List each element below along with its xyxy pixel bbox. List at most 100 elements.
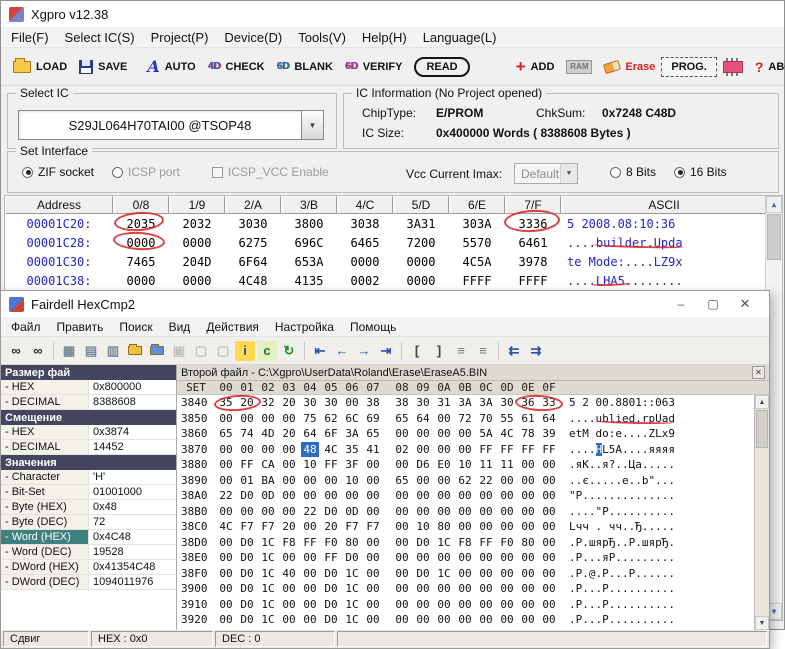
prev-diff-icon[interactable]: ←: [332, 341, 352, 361]
hex-byte-cell[interactable]: 1C: [435, 535, 453, 550]
info-row[interactable]: - Word (HEX)0x4C48: [1, 530, 176, 545]
hex-byte-cell[interactable]: 00: [456, 504, 474, 519]
menu-item[interactable]: Project(P): [143, 28, 217, 47]
next-diff-icon[interactable]: →: [354, 341, 374, 361]
hex-word-cell[interactable]: 3038: [337, 217, 393, 231]
hex-byte-cell[interactable]: 00: [456, 442, 474, 457]
open-files-icon[interactable]: [125, 341, 145, 361]
hex-byte-cell[interactable]: 00: [435, 426, 453, 441]
hex-byte-cell[interactable]: 41: [364, 442, 382, 457]
hex-byte-cell[interactable]: 00: [364, 597, 382, 612]
hex-byte-cell[interactable]: 00: [217, 473, 235, 488]
hex-byte-cell[interactable]: 80: [435, 519, 453, 534]
hex-byte-cell[interactable]: 20: [238, 395, 256, 410]
hex-byte-cell[interactable]: 64: [301, 426, 319, 441]
hex-byte-cell[interactable]: 3A: [456, 395, 474, 410]
block-end-icon[interactable]: ]: [429, 341, 449, 361]
hex-byte-cell[interactable]: 20: [280, 519, 298, 534]
hex-byte-cell[interactable]: 00: [498, 581, 516, 596]
about-button[interactable]: ? ABOUT: [749, 55, 785, 79]
hex-byte-cell[interactable]: 00: [259, 442, 277, 457]
file-list-icon[interactable]: ▦: [59, 341, 79, 361]
recompare-icon[interactable]: ↻: [279, 341, 299, 361]
close-button[interactable]: ✕: [729, 291, 761, 317]
hex-byte-cell[interactable]: 00: [414, 581, 432, 596]
hex-word-cell[interactable]: 3030: [225, 217, 281, 231]
hex-byte-cell[interactable]: 00: [393, 426, 411, 441]
menu-item[interactable]: File(F): [3, 28, 57, 47]
hex-byte-cell[interactable]: 00: [322, 488, 340, 503]
hex-byte-cell[interactable]: 64: [540, 411, 558, 426]
hex-byte-cell[interactable]: 35: [217, 395, 235, 410]
hex-byte-cell[interactable]: 1C: [343, 581, 361, 596]
hex-byte-cell[interactable]: 65: [393, 473, 411, 488]
hex-byte-cell[interactable]: 00: [343, 488, 361, 503]
hex-byte-cell[interactable]: 0D: [343, 504, 361, 519]
hex-byte-cell[interactable]: 00: [259, 411, 277, 426]
hex-byte-cell[interactable]: 00: [519, 566, 537, 581]
hex-byte-cell[interactable]: 00: [217, 504, 235, 519]
hex-byte-cell[interactable]: 00: [238, 504, 256, 519]
hex-byte-cell[interactable]: 00: [217, 581, 235, 596]
hex-byte-cell[interactable]: 00: [519, 473, 537, 488]
hex-byte-cell[interactable]: 00: [414, 426, 432, 441]
hex-word-cell[interactable]: 6F64: [225, 255, 281, 269]
hex-byte-cell[interactable]: D0: [322, 597, 340, 612]
hex-byte-cell[interactable]: 00: [519, 612, 537, 627]
hex-byte-cell[interactable]: 69: [364, 411, 382, 426]
hex-byte-cell[interactable]: 00: [435, 473, 453, 488]
hex-byte-cell[interactable]: 00: [280, 457, 298, 472]
info-row[interactable]: - DWord (HEX)0x41354C48: [1, 560, 176, 575]
hex-byte-cell[interactable]: D0: [322, 504, 340, 519]
hex-byte-cell[interactable]: 00: [435, 442, 453, 457]
hex-byte-cell[interactable]: 64: [414, 411, 432, 426]
hex-byte-cell[interactable]: 00: [498, 597, 516, 612]
hex-byte-cell[interactable]: FF: [322, 550, 340, 565]
goto-offset-icon[interactable]: ≡: [451, 341, 471, 361]
hex-byte-cell[interactable]: 35: [343, 442, 361, 457]
hex-byte-cell[interactable]: 1C: [259, 597, 277, 612]
hex-word-cell[interactable]: 4135: [281, 274, 337, 288]
block-start-icon[interactable]: [: [407, 341, 427, 361]
hex-byte-cell[interactable]: 4D: [259, 426, 277, 441]
read-button[interactable]: READ: [414, 57, 469, 77]
hex-byte-cell[interactable]: 00: [519, 488, 537, 503]
hex-byte-cell[interactable]: 00: [477, 488, 495, 503]
scroll-up-icon[interactable]: ▲: [755, 395, 769, 409]
hex-byte-cell[interactable]: 3A: [343, 426, 361, 441]
hex-byte-cell[interactable]: 33: [540, 395, 558, 410]
hex-byte-cell[interactable]: 00: [393, 488, 411, 503]
hex-byte-cell[interactable]: FF: [498, 442, 516, 457]
hex-byte-cell[interactable]: F7: [343, 519, 361, 534]
hex-word-cell[interactable]: 303A: [449, 217, 505, 231]
hex-word-cell[interactable]: 3800: [281, 217, 337, 231]
hex-byte-cell[interactable]: 00: [498, 550, 516, 565]
erase-button[interactable]: Erase: [598, 57, 661, 77]
hex-byte-cell[interactable]: 00: [519, 504, 537, 519]
hex-byte-cell[interactable]: 31: [435, 395, 453, 410]
hex-byte-cell[interactable]: 00: [477, 581, 495, 596]
hex-byte-cell[interactable]: 80: [519, 535, 537, 550]
hex-byte-cell[interactable]: 00: [477, 519, 495, 534]
hex-byte-cell[interactable]: 00: [217, 566, 235, 581]
hex-byte-cell[interactable]: 1C: [259, 550, 277, 565]
hex-byte-cell[interactable]: D0: [414, 566, 432, 581]
hex-byte-cell[interactable]: D0: [414, 535, 432, 550]
hex-byte-cell[interactable]: 00: [456, 612, 474, 627]
hex-byte-cell[interactable]: 00: [435, 581, 453, 596]
hex-byte-cell[interactable]: FF: [540, 442, 558, 457]
info-row[interactable]: - Bit-Set01001000: [1, 485, 176, 500]
hex-byte-cell[interactable]: 00: [280, 581, 298, 596]
hex-byte-cell[interactable]: 38: [393, 395, 411, 410]
check-button[interactable]: 4D CHECK: [202, 57, 271, 77]
hex-byte-cell[interactable]: 62: [322, 411, 340, 426]
hex-byte-cell[interactable]: 00: [393, 581, 411, 596]
hex-byte-cell[interactable]: 00: [301, 550, 319, 565]
hex-byte-cell[interactable]: 00: [364, 457, 382, 472]
info-row[interactable]: - Character'H': [1, 470, 176, 485]
xgpro-titlebar[interactable]: Xgpro v12.38: [1, 1, 784, 27]
hex-byte-cell[interactable]: FF: [477, 442, 495, 457]
hex-byte-cell[interactable]: 00: [435, 411, 453, 426]
add-button[interactable]: + ADD: [510, 54, 561, 79]
hex-byte-cell[interactable]: 00: [259, 504, 277, 519]
